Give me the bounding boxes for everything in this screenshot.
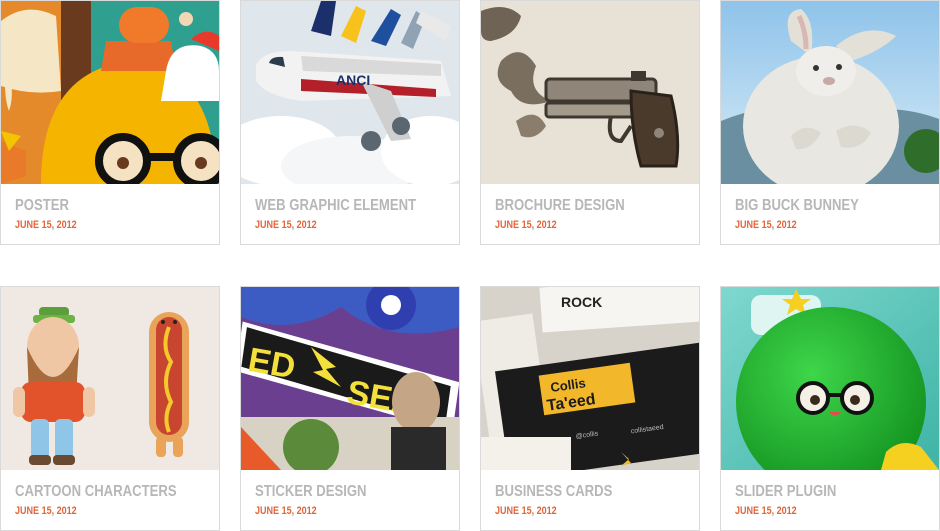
business-cards-icon: ROCK Collis Ta'eed @collis collistaeed (481, 287, 699, 470)
portfolio-item-date: JUNE 15, 2012 (255, 505, 317, 517)
portfolio-item-web-graphic-element[interactable]: ANCI WEB GRAPHIC ELEMENT JUNE 15, 2012 (240, 0, 460, 245)
portfolio-item-title[interactable]: BUSINESS CARDS (495, 483, 612, 501)
portfolio-item-sticker-design[interactable]: ED SEAR STICKER DESIGN JUNE 15, 2012 (240, 286, 460, 531)
portfolio-item-date: JUNE 15, 2012 (495, 505, 557, 517)
business-cards-thumbnail[interactable]: ROCK Collis Ta'eed @collis collistaeed (481, 287, 699, 470)
portfolio-item-title[interactable]: SLIDER PLUGIN (735, 483, 836, 501)
stickers-illustration-icon: ED SEAR (241, 287, 459, 470)
sticker-design-thumbnail[interactable]: ED SEAR (241, 287, 459, 470)
portfolio-item-date: JUNE 15, 2012 (255, 219, 317, 231)
web-graphic-thumbnail[interactable]: ANCI (241, 1, 459, 184)
portfolio-item-title[interactable]: BIG BUCK BUNNEY (735, 197, 859, 215)
portfolio-item-slider-plugin[interactable]: SLIDER PLUGIN JUNE 15, 2012 (720, 286, 940, 531)
portfolio-item-date: JUNE 15, 2012 (735, 219, 797, 231)
portfolio-item-date: JUNE 15, 2012 (495, 219, 557, 231)
pistol-illustration-icon (481, 1, 699, 184)
poster-thumbnail[interactable] (1, 1, 219, 184)
bunny-illustration-icon (721, 1, 939, 184)
portfolio-grid: POSTER JUNE 15, 2012 ANCI WEB GRAPHIC EL… (0, 0, 940, 531)
portfolio-item-title[interactable]: STICKER DESIGN (255, 483, 367, 501)
portfolio-item-date: JUNE 15, 2012 (735, 505, 797, 517)
bunny-thumbnail[interactable] (721, 1, 939, 184)
brochure-thumbnail[interactable] (481, 1, 699, 184)
portfolio-item-date: JUNE 15, 2012 (15, 505, 77, 517)
poster-illustration-icon (1, 1, 219, 184)
cartoon-characters-thumbnail[interactable] (1, 287, 219, 470)
portfolio-item-date: JUNE 15, 2012 (15, 219, 77, 231)
portfolio-item-title[interactable]: BROCHURE DESIGN (495, 197, 625, 215)
portfolio-item-brochure-design[interactable]: BROCHURE DESIGN JUNE 15, 2012 (480, 0, 700, 245)
slider-plugin-thumbnail[interactable] (721, 287, 939, 470)
portfolio-item-title[interactable]: WEB GRAPHIC ELEMENT (255, 197, 416, 215)
portfolio-item-title[interactable]: CARTOON CHARACTERS (15, 483, 177, 501)
toy-figures-icon (1, 287, 219, 470)
svg-text:ROCK: ROCK (561, 294, 602, 310)
portfolio-item-cartoon-characters[interactable]: CARTOON CHARACTERS JUNE 15, 2012 (0, 286, 220, 531)
portfolio-item-poster[interactable]: POSTER JUNE 15, 2012 (0, 0, 220, 245)
svg-text:ANCI: ANCI (336, 72, 370, 88)
svg-text:ED: ED (245, 341, 298, 387)
portfolio-item-big-buck-bunney[interactable]: BIG BUCK BUNNEY JUNE 15, 2012 (720, 0, 940, 245)
portfolio-item-title[interactable]: POSTER (15, 197, 69, 215)
portfolio-item-business-cards[interactable]: ROCK Collis Ta'eed @collis collistaeed B… (480, 286, 700, 531)
airplanes-illustration-icon: ANCI (241, 1, 459, 184)
green-ball-character-icon (721, 287, 939, 470)
